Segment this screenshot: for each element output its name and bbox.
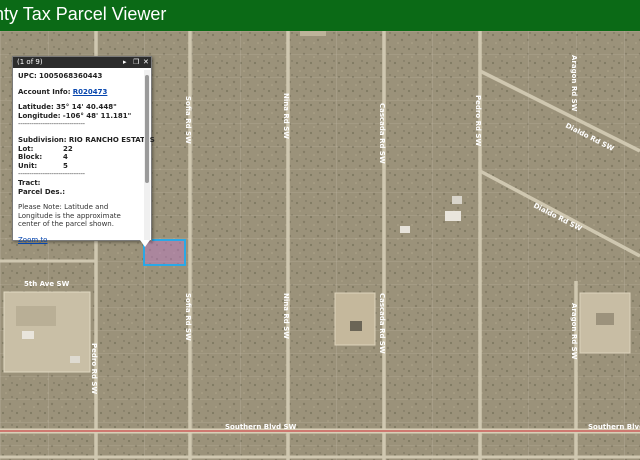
app-title: nty Tax Parcel Viewer xyxy=(0,4,167,24)
parcel-des-label: Parcel Des.: xyxy=(18,187,66,196)
latitude-value: 35° 14' 40.448" xyxy=(56,103,117,112)
subdivision-label: Subdivision: xyxy=(18,135,67,144)
account-info-label: Account Info: xyxy=(18,87,71,96)
popup-scrollbar[interactable] xyxy=(144,70,150,240)
account-info-link[interactable]: R020473 xyxy=(73,88,108,96)
svg-text:Nina Rd SW: Nina Rd SW xyxy=(282,293,290,339)
svg-text:Sofia Rd SW: Sofia Rd SW xyxy=(184,96,192,144)
tract-label: Tract: xyxy=(18,178,41,187)
unit-value: 5 xyxy=(63,161,68,170)
svg-text:Nina Rd SW: Nina Rd SW xyxy=(282,93,290,139)
svg-text:Cascada Rd SW: Cascada Rd SW xyxy=(378,103,386,164)
zoom-to-link[interactable]: Zoom to xyxy=(18,236,47,244)
svg-text:Southern Blvd SW: Southern Blvd SW xyxy=(588,423,640,431)
separator: ------------------------------ xyxy=(18,120,85,129)
separator: ------------------------------ xyxy=(18,170,85,179)
scrollbar-thumb[interactable] xyxy=(145,75,149,183)
svg-text:Pedro Rd SW: Pedro Rd SW xyxy=(474,95,482,146)
popup-titlebar: (1 of 9) ▸ ❐ ✕ xyxy=(13,57,151,68)
app-header: nty Tax Parcel Viewer xyxy=(0,0,640,31)
svg-text:Sofia Rd SW: Sofia Rd SW xyxy=(184,293,192,341)
parcel-info-popup: (1 of 9) ▸ ❐ ✕ UPC: 1005068360443 Accoun… xyxy=(12,56,155,244)
block-label: Block: xyxy=(18,153,43,162)
next-result-icon[interactable]: ▸ xyxy=(123,58,127,66)
block-value: 4 xyxy=(63,153,68,162)
unit-label: Unit: xyxy=(18,161,38,170)
subdivision-value: RIO RANCHO ESTATES xyxy=(68,135,155,144)
maximize-icon[interactable]: ❐ xyxy=(133,58,139,66)
svg-text:Southern Blvd SW: Southern Blvd SW xyxy=(225,423,297,431)
longitude-value: -106° 48' 11.181" xyxy=(62,111,132,120)
popup-result-count: (1 of 9) xyxy=(17,58,43,66)
lot-value: 22 xyxy=(63,144,73,153)
svg-text:Pedro Rd SW: Pedro Rd SW xyxy=(90,343,98,394)
svg-text:Aragon Rd SW: Aragon Rd SW xyxy=(570,303,578,360)
road-label: 5th Ave SW xyxy=(24,280,70,288)
location-note: Please Note: Latitude and Longitude is t… xyxy=(18,203,121,229)
longitude-label: Longitude: xyxy=(18,111,61,120)
svg-text:Cascada Rd SW: Cascada Rd SW xyxy=(378,293,386,354)
close-icon[interactable]: ✕ xyxy=(143,58,149,66)
upc-value: 1005068360443 xyxy=(39,72,103,80)
upc-label: UPC: xyxy=(18,72,37,80)
svg-text:Aragon Rd SW: Aragon Rd SW xyxy=(570,55,578,112)
popup-content: UPC: 1005068360443 Account Info: R020473… xyxy=(18,72,155,245)
lot-label: Lot: xyxy=(18,144,34,153)
popup-pointer xyxy=(140,240,150,247)
latitude-label: Latitude: xyxy=(18,103,54,112)
